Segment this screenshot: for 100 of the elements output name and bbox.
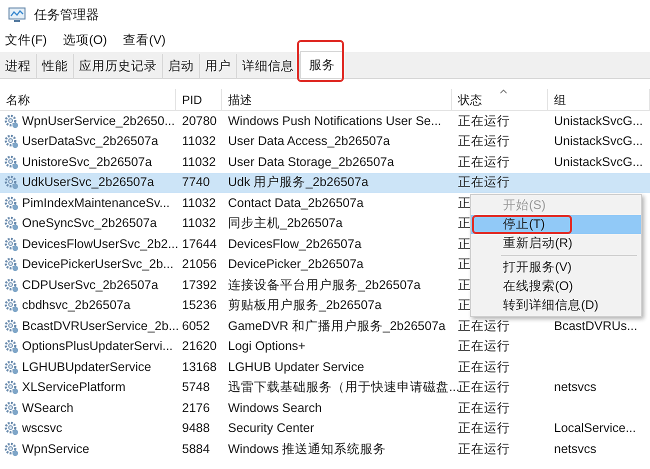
monitor-icon xyxy=(8,7,26,23)
gear-icon xyxy=(4,421,19,436)
table-cell-text: OptionsPlusUpdaterServi... xyxy=(22,338,173,356)
gear-icon xyxy=(4,442,19,457)
menu-item[interactable]: 查看(V) xyxy=(123,30,166,50)
gear-icon xyxy=(4,298,19,314)
column-header[interactable]: PID xyxy=(176,89,222,110)
table-cell: 正在运行 xyxy=(458,318,510,333)
tab[interactable]: 进程 xyxy=(0,54,37,78)
table-cell: Windows Search xyxy=(228,400,322,415)
table-cell-text: DevicesFlowUserSvc_2b2... xyxy=(22,236,178,253)
table-cell: 正 xyxy=(458,298,471,312)
table-cell: 正在运行 xyxy=(458,380,510,394)
table-cell: 5884 xyxy=(182,442,210,456)
gear-icon xyxy=(4,278,19,293)
table-cell: User Data Access_2b26507a xyxy=(228,134,390,148)
table-cell: 正在运行 xyxy=(458,175,510,190)
table-cell: 5748 xyxy=(182,380,210,394)
tab[interactable]: 用户 xyxy=(200,54,237,78)
table-cell: 正在运行 xyxy=(458,114,510,128)
gear-icon xyxy=(4,380,19,396)
menu-item[interactable]: 选项(O) xyxy=(62,30,108,50)
tab[interactable]: 启动 xyxy=(163,54,200,78)
gear-icon xyxy=(4,196,19,211)
table-cell: UnistackSvcG... xyxy=(554,134,643,148)
table-cell: 11032 xyxy=(182,134,216,148)
table-cell: 正在运行 xyxy=(458,400,510,415)
table-cell: 同步主机_2b26507a xyxy=(228,216,343,230)
gear-icon xyxy=(4,154,19,170)
table-cell-text: WSearch xyxy=(22,400,74,417)
table-cell: 正在运行 xyxy=(458,360,510,374)
table-cell: 11032 xyxy=(182,216,216,230)
tab[interactable]: 服务 xyxy=(300,51,344,78)
menu-item[interactable]: 文件(F) xyxy=(5,30,47,50)
table-cell: 正 xyxy=(458,278,471,292)
table-cell-text: WpnUserService_2b2650... xyxy=(22,112,175,130)
table-cell: 正在运行 xyxy=(458,134,510,148)
table-cell: Windows 推送通知系统服务 xyxy=(228,442,386,456)
gear-icon xyxy=(4,236,19,252)
table-cell: UnistackSvcG... xyxy=(554,114,643,128)
table-cell: 21620 xyxy=(182,339,217,354)
table-cell: 15236 xyxy=(182,298,217,312)
table-cell: BcastDVRUs... xyxy=(554,318,638,333)
table-cell: 7740 xyxy=(182,175,210,190)
menu-item[interactable]: 转到详细信息(D) xyxy=(471,296,641,315)
table-cell: 正在运行 xyxy=(458,154,510,169)
table-cell: 20780 xyxy=(182,114,217,128)
table-cell: GameDVR 和广播用户服务_2b26507a xyxy=(228,318,446,333)
table-cell: DevicePicker_2b26507a xyxy=(228,257,364,272)
table-cell: netsvcs xyxy=(554,380,596,394)
table-cell: DevicesFlow_2b26507a xyxy=(228,236,362,251)
table-cell-text: UdkUserSvc_2b26507a xyxy=(22,174,154,192)
table-cell: Logi Options+ xyxy=(228,339,306,354)
table-cell-text: OneSyncSvc_2b26507a xyxy=(22,215,157,232)
table-cell: 正在运行 xyxy=(458,442,510,456)
gear-icon xyxy=(4,400,19,416)
table-cell: User Data Storage_2b26507a xyxy=(228,154,394,169)
menu-item[interactable]: 打开服务(V) xyxy=(471,258,641,277)
table-cell: 连接设备平台用户服务_2b26507a xyxy=(228,278,421,292)
table-cell: LocalService... xyxy=(554,421,636,436)
window-title: 任务管理器 xyxy=(34,6,99,24)
table-cell: UnistackSvcG... xyxy=(554,154,643,169)
table-cell: 13168 xyxy=(182,360,217,374)
table-cell: 17392 xyxy=(182,278,217,292)
column-header[interactable]: 状态 xyxy=(452,89,548,110)
table-cell-text: cbdhsvc_2b26507a xyxy=(22,297,130,314)
table-cell-text: wscsvc xyxy=(22,420,62,438)
table-cell: 11032 xyxy=(182,196,216,210)
tab[interactable]: 性能 xyxy=(37,54,74,78)
gear-icon xyxy=(4,175,19,190)
table-cell: 正在运行 xyxy=(458,339,510,354)
table-cell: 正 xyxy=(458,196,471,210)
gear-icon xyxy=(4,216,19,232)
gear-icon xyxy=(4,339,19,354)
table-cell: 正 xyxy=(458,216,471,230)
table-cell-text: BcastDVRUserService_2b... xyxy=(22,318,180,335)
table-cell: 9488 xyxy=(182,421,210,436)
table-cell: 迅雷下载基础服务（用于快速申请磁盘... xyxy=(228,380,460,394)
menu-item[interactable]: 重新启动(R) xyxy=(471,234,641,253)
column-header[interactable]: 描述 xyxy=(222,89,452,110)
table-cell-text: XLServicePlatform xyxy=(22,379,126,396)
table-cell: 21056 xyxy=(182,257,217,272)
table-cell: 17644 xyxy=(182,236,217,251)
table-cell-text: PimIndexMaintenanceSv... xyxy=(22,194,170,212)
gear-icon xyxy=(4,114,19,129)
table-cell: 2176 xyxy=(182,400,210,415)
gear-icon xyxy=(4,318,19,334)
table-cell: netsvcs xyxy=(554,442,596,456)
table-cell-text: UserDataSvc_2b26507a xyxy=(22,133,158,150)
gear-icon xyxy=(4,360,19,375)
table-cell: LGHUB Updater Service xyxy=(228,360,364,374)
table-cell-text: DevicePickerUserSvc_2b... xyxy=(22,256,174,274)
menu-item[interactable]: 在线搜索(O) xyxy=(471,277,641,296)
gear-icon xyxy=(4,134,19,150)
tab[interactable]: 应用历史记录 xyxy=(74,54,163,78)
column-header[interactable]: 组 xyxy=(548,89,650,110)
table-cell: 剪贴板用户服务_2b26507a xyxy=(228,298,382,312)
column-header[interactable]: 名称 xyxy=(0,89,176,110)
table-cell-text: LGHUBUpdaterService xyxy=(22,358,152,376)
table-cell: Security Center xyxy=(228,421,314,436)
